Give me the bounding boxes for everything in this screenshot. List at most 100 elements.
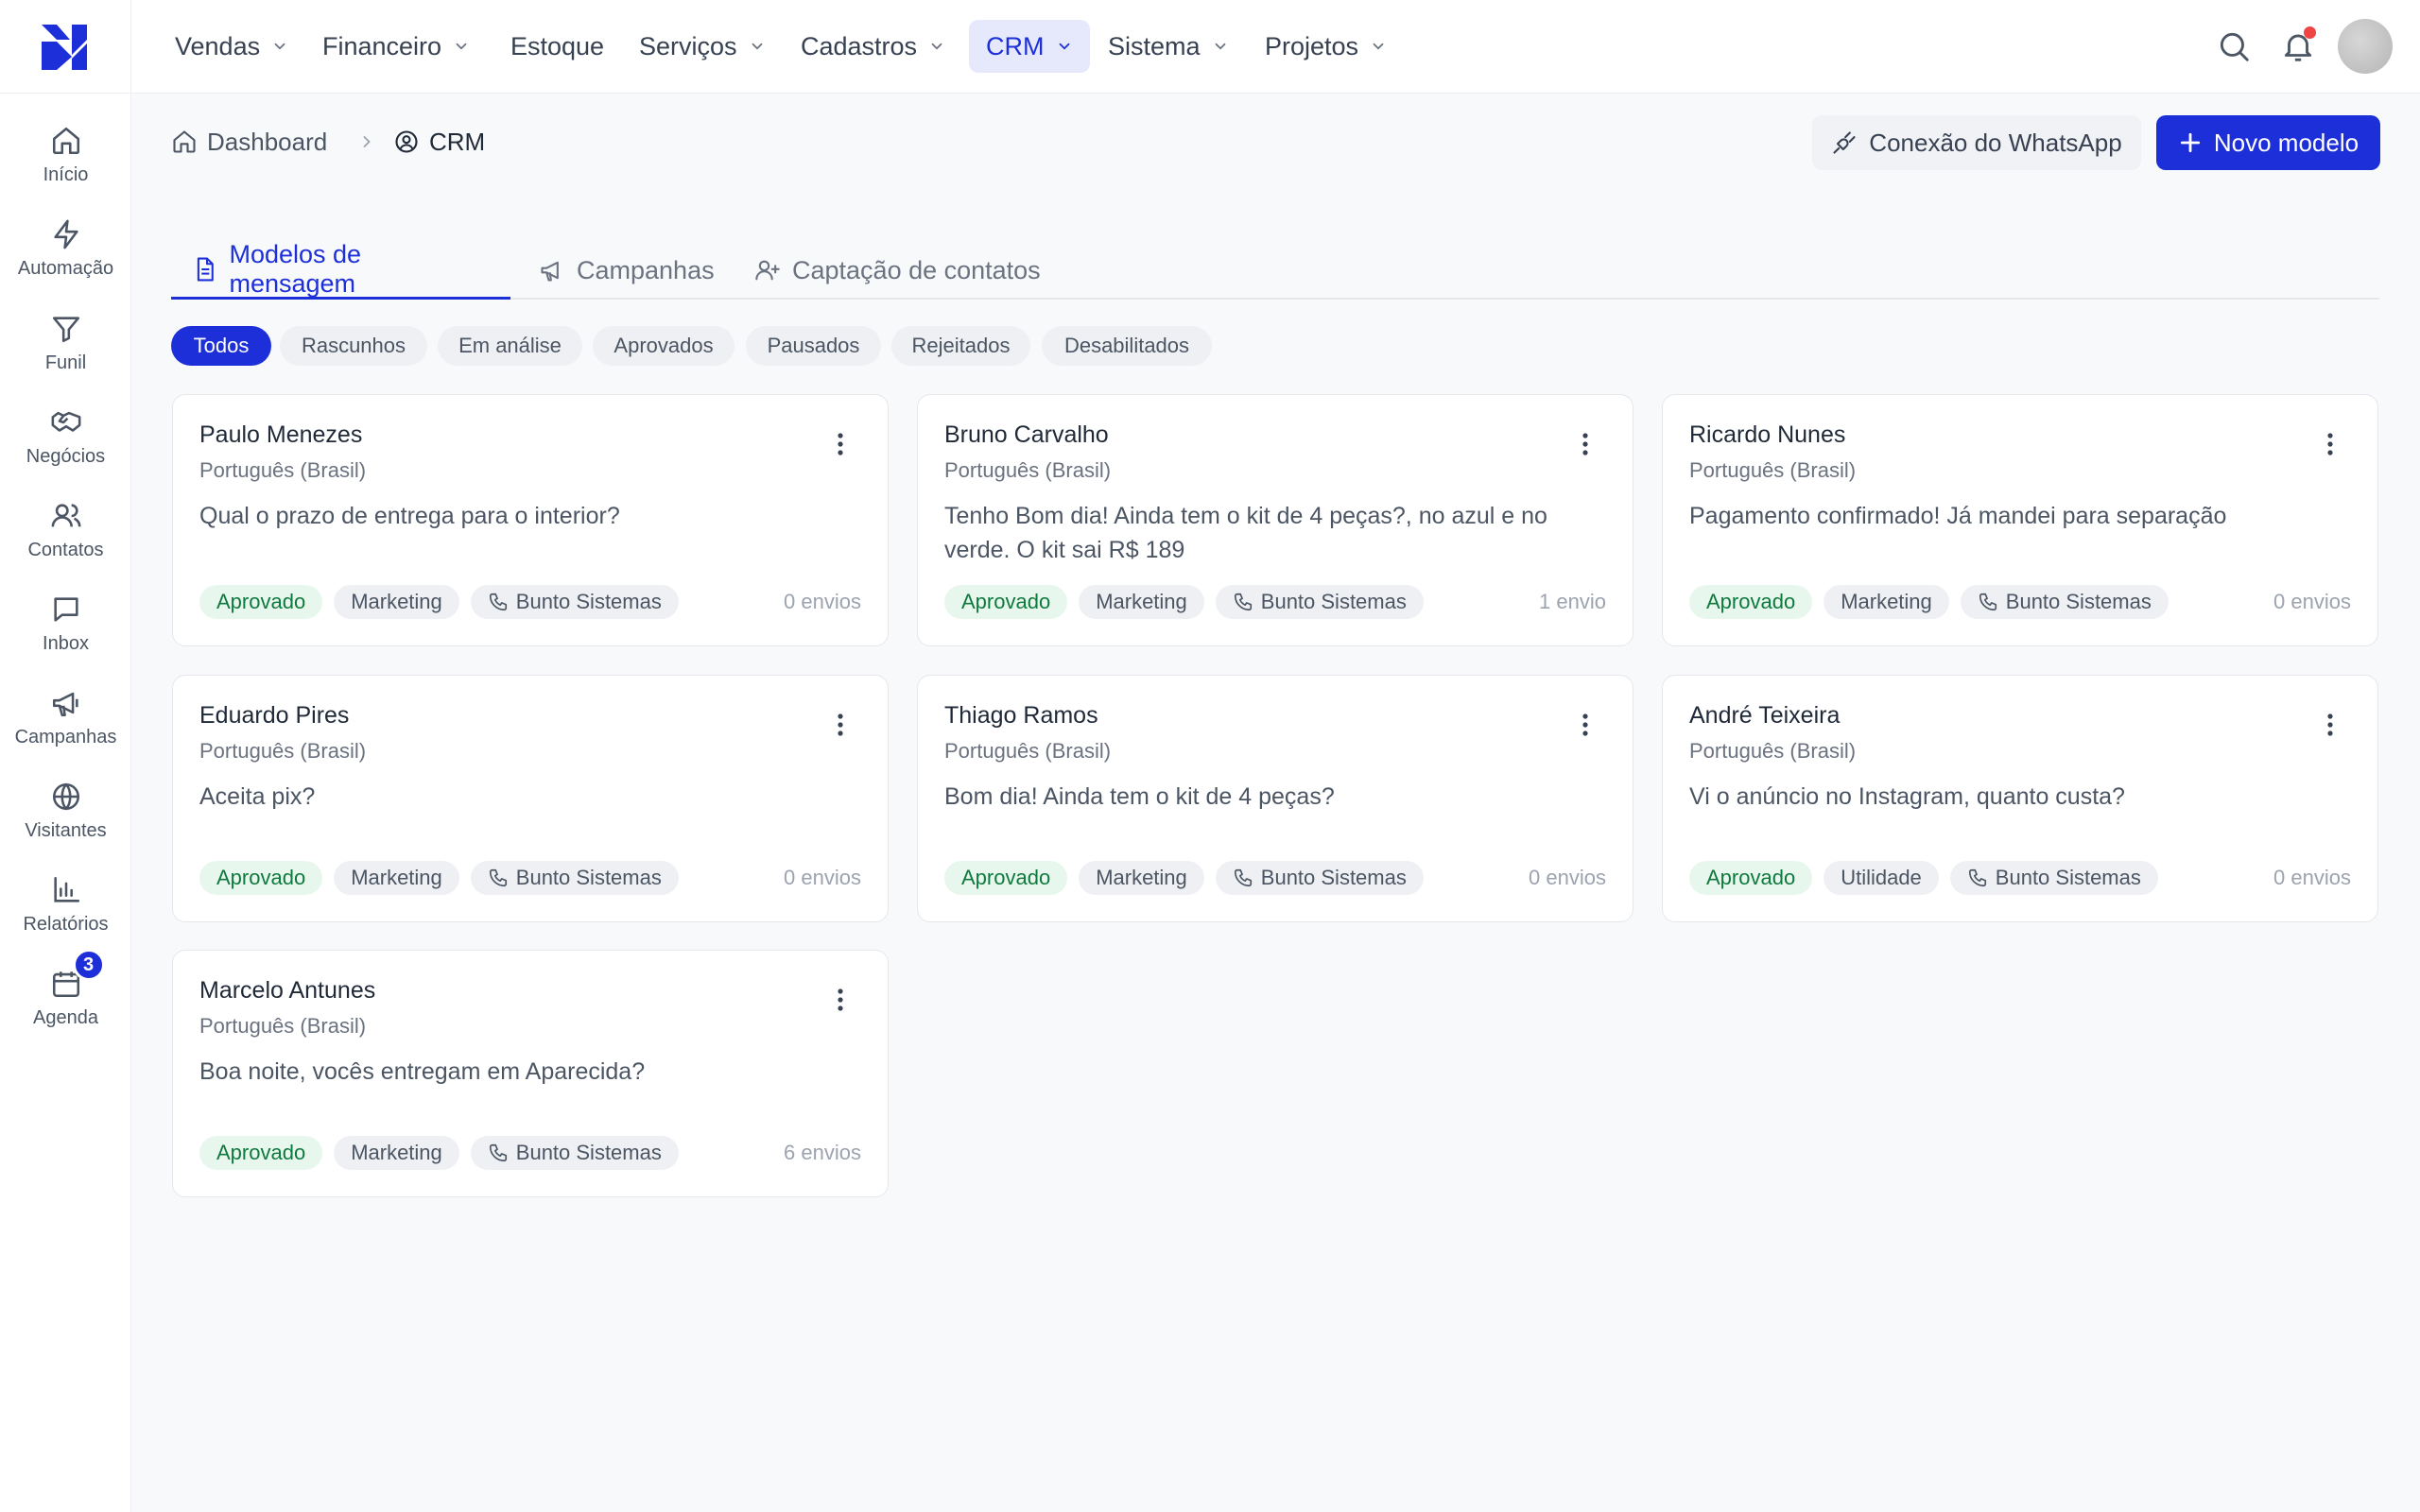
chevron-down-icon	[931, 43, 942, 50]
whatsapp-connection-button[interactable]: Conexão do WhatsApp	[1812, 115, 2141, 170]
send-count: 0 envios	[1529, 866, 1606, 889]
more-vertical-icon[interactable]	[831, 987, 850, 1013]
status-badge: Aprovado	[1689, 585, 1813, 619]
nav-label: Vendas	[175, 31, 261, 60]
send-count: 0 envios	[2273, 590, 2351, 613]
sidebar-item-campanhas[interactable]: Campanhas	[0, 687, 131, 772]
more-vertical-icon[interactable]	[1576, 431, 1595, 457]
card-language: Português (Brasil)	[1689, 458, 1857, 482]
more-vertical-icon[interactable]	[831, 712, 850, 738]
sidebar-item-contatos[interactable]: Contatos	[0, 500, 131, 585]
card-message: Qual o prazo de entrega para o interior?	[199, 503, 620, 529]
sidebar-item-label: Contatos	[27, 540, 104, 560]
template-card[interactable]: Eduardo Pires Português (Brasil) Aceita …	[172, 675, 889, 922]
card-language: Português (Brasil)	[199, 458, 367, 482]
card-message: Tenho Bom dia! Ainda tem o kit de 4 peça…	[944, 503, 1547, 563]
filter-chip-desabilitados[interactable]: Desabilitados	[1042, 326, 1212, 366]
filter-chip-pausados[interactable]: Pausados	[746, 326, 881, 366]
chevron-right-icon	[363, 136, 371, 147]
nav-item-servicos[interactable]: Serviços	[622, 20, 783, 73]
bar-chart-icon	[50, 874, 82, 906]
tab-captacao-de-contatos[interactable]: Captação de contatos	[734, 242, 1062, 299]
filter-chip-aprovados[interactable]: Aprovados	[593, 326, 735, 366]
phone-badge: Bunto Sistemas	[1215, 861, 1424, 895]
card-language: Português (Brasil)	[199, 739, 367, 763]
category-badge: Marketing	[334, 585, 459, 619]
sidebar-item-visitantes[interactable]: Visitantes	[0, 781, 131, 866]
card-title: Paulo Menezes	[199, 421, 363, 448]
phone-badge: Bunto Sistemas	[1949, 861, 2158, 895]
search-icon[interactable]	[2216, 28, 2252, 64]
new-model-button[interactable]: Novo modelo	[2156, 115, 2380, 170]
nav-item-cadastros[interactable]: Cadastros	[784, 20, 962, 73]
sidebar-item-label: Automação	[17, 258, 114, 279]
status-badge: Aprovado	[199, 1136, 323, 1170]
nav-item-projetos[interactable]: Projetos	[1248, 20, 1404, 73]
sidebar-item-label: Funil	[44, 352, 87, 373]
more-vertical-icon[interactable]	[2321, 712, 2340, 738]
whatsapp-connection-label: Conexão do WhatsApp	[1869, 128, 2122, 157]
template-card[interactable]: Paulo Menezes Português (Brasil) Qual o …	[172, 394, 889, 646]
nav-label: Financeiro	[322, 31, 442, 60]
category-badge: Marketing	[334, 1136, 459, 1170]
more-vertical-icon[interactable]	[2321, 431, 2340, 457]
template-card[interactable]: Thiago Ramos Português (Brasil) Bom dia!…	[917, 675, 1634, 922]
nav-item-estoque[interactable]: Estoque	[493, 20, 621, 73]
category-badge: Marketing	[334, 861, 459, 895]
card-language: Português (Brasil)	[944, 458, 1112, 482]
nav-item-vendas[interactable]: Vendas	[158, 20, 305, 73]
filter-chip-rascunhos[interactable]: Rascunhos	[280, 326, 427, 366]
phone-badge: Bunto Sistemas	[470, 1136, 679, 1170]
template-card[interactable]: Marcelo Antunes Português (Brasil) Boa n…	[172, 950, 889, 1197]
status-badge: Aprovado	[1689, 861, 1813, 895]
filter-chip-todos[interactable]: Todos	[171, 326, 271, 366]
chevron-down-icon	[456, 43, 467, 50]
app-logo[interactable]	[38, 23, 91, 72]
sidebar-item-negocios[interactable]: Negócios	[0, 406, 131, 491]
sidebar-item-label: Início	[43, 164, 89, 185]
phone-label: Bunto Sistemas	[515, 1141, 662, 1164]
chevron-down-icon	[752, 43, 762, 50]
template-card[interactable]: André Teixeira Português (Brasil) Vi o a…	[1662, 675, 2378, 922]
sidebar-item-inbox[interactable]: Inbox	[0, 593, 131, 679]
plus-icon	[2180, 132, 2200, 153]
more-vertical-icon[interactable]	[831, 431, 850, 457]
filter-chip-rejeitados[interactable]: Rejeitados	[891, 326, 1030, 366]
card-title: Eduardo Pires	[199, 702, 350, 729]
sidebar-item-label: Agenda	[33, 1007, 98, 1028]
nav-item-financeiro[interactable]: Financeiro	[305, 20, 487, 73]
card-title: Ricardo Nunes	[1689, 421, 1846, 448]
breadcrumb-home[interactable]: Dashboard	[171, 125, 327, 159]
tab-campanhas[interactable]: Campanhas	[518, 242, 735, 299]
category-badge: Marketing	[1079, 585, 1204, 619]
sidebar-item-agenda[interactable]: 3 Agenda	[0, 949, 131, 1053]
nav-item-crm[interactable]: CRM	[969, 20, 1090, 73]
notification-dot	[2304, 26, 2316, 39]
bell-icon[interactable]	[2280, 26, 2316, 64]
tab-modelos-de-mensagem[interactable]: Modelos de mensagem	[171, 240, 510, 300]
nav-label: Projetos	[1265, 31, 1359, 60]
template-card[interactable]: Bruno Carvalho Português (Brasil) Tenho …	[917, 394, 1634, 646]
chevron-down-icon	[1059, 43, 1069, 50]
card-language: Português (Brasil)	[944, 739, 1112, 763]
avatar[interactable]	[2338, 19, 2393, 74]
more-vertical-icon[interactable]	[1576, 712, 1595, 738]
tab-label: Modelos de mensagem	[229, 240, 362, 298]
phone-icon	[489, 593, 507, 611]
card-tags: Aprovado Marketing Bunto Sistemas	[944, 861, 1424, 895]
megaphone-icon	[541, 261, 559, 282]
sidebar-item-inicio[interactable]: Início	[0, 125, 131, 210]
nav-item-sistema[interactable]: Sistema	[1091, 20, 1246, 73]
template-card[interactable]: Ricardo Nunes Português (Brasil) Pagamen…	[1662, 394, 2378, 646]
agenda-badge: 3	[72, 949, 105, 981]
phone-badge: Bunto Sistemas	[1960, 585, 2169, 619]
sidebar-item-funil[interactable]: Funil	[0, 313, 131, 398]
status-badge: Aprovado	[199, 861, 323, 895]
category-badge: Utilidade	[1824, 861, 1939, 895]
tab-label: Campanhas	[577, 255, 715, 284]
sidebar-item-automacao[interactable]: Automação	[0, 218, 131, 303]
sidebar-item-relatorios[interactable]: Relatórios	[0, 874, 131, 959]
tab-label: Captação de contatos	[792, 255, 1041, 284]
filter-chip-em-analise[interactable]: Em análise	[438, 326, 582, 366]
card-message: Vi o anúncio no Instagram, quanto custa?	[1689, 783, 2125, 810]
